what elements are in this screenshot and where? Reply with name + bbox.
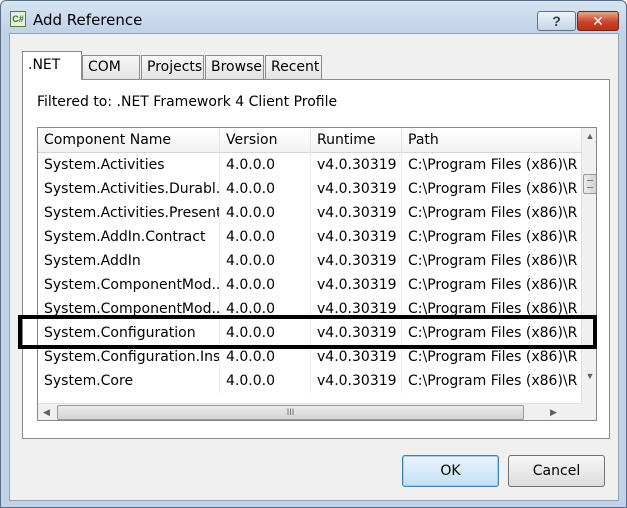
runtime-cell: v4.0.30319 [311, 225, 402, 249]
version-cell: 4.0.0.0 [220, 297, 311, 321]
runtime-cell: v4.0.30319 [311, 297, 402, 321]
tab-browse[interactable]: Browse [205, 55, 264, 79]
scroll-right-arrow-icon[interactable]: ▶ [545, 404, 562, 420]
title-bar[interactable]: C# Add Reference ? ✕ [1, 1, 626, 33]
runtime-cell: v4.0.30319 [311, 201, 402, 225]
component-name-cell: System.Activities.Durabl... [38, 177, 220, 201]
cancel-button[interactable]: Cancel [508, 455, 605, 487]
component-name-cell: System.Activities [38, 153, 220, 177]
help-button[interactable]: ? [537, 11, 576, 31]
scroll-left-arrow-icon[interactable]: ◀ [38, 404, 55, 420]
table-row[interactable]: System.Activities.Present... 4.0.0.0 v4.… [38, 201, 582, 225]
path-cell: C:\Program Files (x86)\R [402, 273, 582, 297]
vertical-scrollbar[interactable]: ▲ ▼ [581, 128, 596, 403]
horizontal-scrollbar[interactable]: ◀ III ▶ [38, 403, 581, 420]
component-name-cell: System.Activities.Present... [38, 201, 220, 225]
window-title: Add Reference [33, 11, 143, 29]
scrollbar-corner [581, 403, 596, 420]
runtime-cell: v4.0.30319 [311, 249, 402, 273]
tab-dotnet[interactable]: .NET [22, 51, 82, 80]
version-cell: 4.0.0.0 [220, 345, 311, 369]
column-header-version[interactable]: Version [220, 128, 311, 153]
list-header: Component Name Version Runtime Path [38, 128, 582, 153]
runtime-cell: v4.0.30319 [311, 321, 402, 345]
version-cell: 4.0.0.0 [220, 321, 311, 345]
tab-com[interactable]: COM [82, 55, 140, 79]
component-name-cell: System.Core [38, 369, 220, 393]
close-button[interactable]: ✕ [577, 11, 619, 31]
path-cell: C:\Program Files (x86)\R [402, 321, 582, 345]
horizontal-scroll-thumb[interactable]: III [57, 405, 524, 420]
filter-label: Filtered to: .NET Framework 4 Client Pro… [37, 94, 338, 110]
component-name-cell: System.AddIn [38, 249, 220, 273]
table-row[interactable]: System.AddIn 4.0.0.0 v4.0.30319 C:\Progr… [38, 249, 582, 273]
table-row[interactable]: System.AddIn.Contract 4.0.0.0 v4.0.30319… [38, 225, 582, 249]
path-cell: C:\Program Files (x86)\R [402, 201, 582, 225]
path-cell: C:\Program Files (x86)\R [402, 297, 582, 321]
path-cell: C:\Program Files (x86)\R [402, 249, 582, 273]
table-row[interactable]: System.Activities 4.0.0.0 v4.0.30319 C:\… [38, 153, 582, 177]
component-name-cell: System.ComponentMod... [38, 297, 220, 321]
tab-projects[interactable]: Projects [141, 55, 204, 79]
tab-recent[interactable]: Recent [265, 55, 322, 79]
ok-button[interactable]: OK [402, 455, 499, 487]
version-cell: 4.0.0.0 [220, 225, 311, 249]
component-name-cell: System.Configuration.Ins... [38, 345, 220, 369]
runtime-cell: v4.0.30319 [311, 345, 402, 369]
table-row[interactable]: System.Core 4.0.0.0 v4.0.30319 C:\Progra… [38, 369, 582, 393]
runtime-cell: v4.0.30319 [311, 273, 402, 297]
version-cell: 4.0.0.0 [220, 273, 311, 297]
version-cell: 4.0.0.0 [220, 177, 311, 201]
version-cell: 4.0.0.0 [220, 153, 311, 177]
table-row[interactable]: System.ComponentMod... 4.0.0.0 v4.0.3031… [38, 297, 582, 321]
dialog-client-area: .NET COM Projects Browse Recent Filtered… [9, 33, 619, 501]
path-cell: C:\Program Files (x86)\R [402, 369, 582, 393]
runtime-cell: v4.0.30319 [311, 177, 402, 201]
path-cell: C:\Program Files (x86)\R [402, 153, 582, 177]
version-cell: 4.0.0.0 [220, 369, 311, 393]
runtime-cell: v4.0.30319 [311, 369, 402, 393]
path-cell: C:\Program Files (x86)\R [402, 345, 582, 369]
component-name-cell: System.ComponentMod... [38, 273, 220, 297]
dotnet-tab-panel: Filtered to: .NET Framework 4 Client Pro… [22, 79, 610, 439]
version-cell: 4.0.0.0 [220, 201, 311, 225]
add-reference-dialog: C# Add Reference ? ✕ .NET COM Projects B… [0, 0, 627, 508]
table-row[interactable]: System.ComponentMod... 4.0.0.0 v4.0.3031… [38, 273, 582, 297]
component-name-cell: System.AddIn.Contract [38, 225, 220, 249]
scroll-up-arrow-icon[interactable]: ▲ [582, 128, 596, 145]
table-row[interactable]: System.Activities.Durabl... 4.0.0.0 v4.0… [38, 177, 582, 201]
table-row-system-configuration[interactable]: System.Configuration 4.0.0.0 v4.0.30319 … [38, 321, 582, 345]
path-cell: C:\Program Files (x86)\R [402, 225, 582, 249]
column-header-runtime[interactable]: Runtime [311, 128, 402, 153]
scroll-down-arrow-icon[interactable]: ▼ [582, 368, 596, 385]
runtime-cell: v4.0.30319 [311, 153, 402, 177]
version-cell: 4.0.0.0 [220, 249, 311, 273]
vertical-scroll-thumb[interactable] [583, 174, 596, 194]
csharp-app-icon: C# [10, 11, 26, 27]
path-cell: C:\Program Files (x86)\R [402, 177, 582, 201]
column-header-path[interactable]: Path [402, 128, 582, 153]
component-list[interactable]: Component Name Version Runtime Path Syst… [37, 127, 597, 421]
component-name-cell: System.Configuration [38, 321, 220, 345]
column-header-component-name[interactable]: Component Name [38, 128, 220, 153]
table-row[interactable]: System.Configuration.Ins... 4.0.0.0 v4.0… [38, 345, 582, 369]
